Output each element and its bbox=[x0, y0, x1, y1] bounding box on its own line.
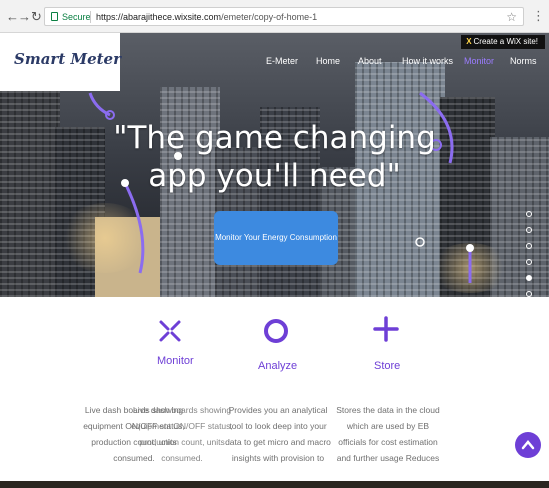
lock-icon bbox=[51, 12, 58, 21]
desc-line: tool to look deep into your bbox=[229, 421, 327, 431]
url-text: https://abarajithece.wixsite.com/emeter/… bbox=[96, 11, 317, 23]
nav-item-home[interactable]: Home bbox=[316, 56, 340, 66]
browser-toolbar: ← → ↻ Secure https://abarajithece.wixsit… bbox=[0, 0, 549, 33]
nav-item-norms[interactable]: Norms bbox=[510, 56, 537, 66]
feature-title-store: Store bbox=[374, 360, 401, 372]
slide-dot[interactable] bbox=[526, 243, 532, 249]
site-logo[interactable]: Smart Meter bbox=[14, 50, 121, 68]
page: ← → ↻ Secure https://abarajithece.wixsit… bbox=[0, 0, 549, 488]
taskbar-strip bbox=[0, 481, 549, 488]
wix-x-icon: X bbox=[466, 37, 472, 46]
desc-line: Provides you an analytical bbox=[228, 405, 328, 415]
hero-headline: "The game changing app you'll need" bbox=[0, 119, 549, 195]
hero-headline-line1: "The game changing bbox=[113, 120, 436, 156]
address-separator bbox=[90, 11, 91, 23]
wix-badge-label: Create a WiX site! bbox=[473, 37, 538, 46]
nav-item-emeter[interactable]: E-Meter bbox=[266, 56, 298, 66]
ring-icon bbox=[264, 319, 288, 343]
slide-dot[interactable] bbox=[526, 227, 532, 233]
forward-icon[interactable]: → bbox=[18, 10, 31, 23]
bookmark-star-icon[interactable]: ☆ bbox=[506, 9, 517, 25]
slide-dot-active[interactable] bbox=[526, 275, 532, 281]
feature-title-monitor: Monitor bbox=[157, 355, 194, 367]
hero-section: Smart Meter E-Meter Home About How it wo… bbox=[0, 33, 549, 297]
nav-item-about[interactable]: About bbox=[358, 56, 382, 66]
logo-area: Smart Meter bbox=[0, 33, 121, 91]
nav-item-monitor[interactable]: Monitor bbox=[464, 56, 494, 66]
desc-line: and further usage Reduces bbox=[336, 453, 440, 463]
address-bar[interactable]: Secure https://abarajithece.wixsite.com/… bbox=[44, 7, 524, 26]
feature-desc-store: Stores the data in the cloud which are u… bbox=[330, 402, 446, 466]
url-path: /emeter/copy-of-home-1 bbox=[221, 12, 318, 22]
feature-desc-analyze: Provides you an analytical tool to look … bbox=[220, 402, 336, 466]
reload-icon[interactable]: ↻ bbox=[31, 10, 42, 23]
chevron-up-icon bbox=[521, 440, 535, 450]
slide-dot[interactable] bbox=[526, 211, 532, 217]
arrows-in-icon bbox=[159, 320, 181, 342]
create-wix-site-badge[interactable]: X Create a WiX site! bbox=[461, 35, 545, 49]
feature-title-analyze: Analyze bbox=[258, 360, 298, 372]
browser-menu-icon[interactable]: ⋮ bbox=[532, 9, 545, 22]
desc-line: which are used by EB bbox=[346, 421, 430, 431]
url-host: https://abarajithece.wixsite.com bbox=[96, 12, 222, 22]
site-header: Smart Meter E-Meter Home About How it wo… bbox=[0, 33, 549, 91]
slide-dot[interactable] bbox=[526, 259, 532, 265]
slideshow-dots bbox=[526, 211, 534, 297]
scroll-to-top-button[interactable] bbox=[515, 432, 541, 458]
secure-label: Secure bbox=[62, 12, 91, 22]
hero-headline-line2: app you'll need" bbox=[148, 158, 401, 194]
features-section: Monitor Analyze Store Live dash boards s… bbox=[0, 297, 549, 488]
monitor-energy-button[interactable]: Monitor Your Energy Consumption bbox=[214, 211, 338, 265]
desc-line: Stores the data in the cloud bbox=[336, 405, 440, 415]
plus-icon bbox=[373, 316, 399, 342]
desc-line: officials for cost estimation bbox=[338, 437, 438, 447]
desc-line: insights with provision to bbox=[231, 453, 325, 463]
desc-line: data to get micro and macro bbox=[225, 437, 331, 447]
nav-item-how-it-works[interactable]: How it works bbox=[402, 56, 453, 66]
